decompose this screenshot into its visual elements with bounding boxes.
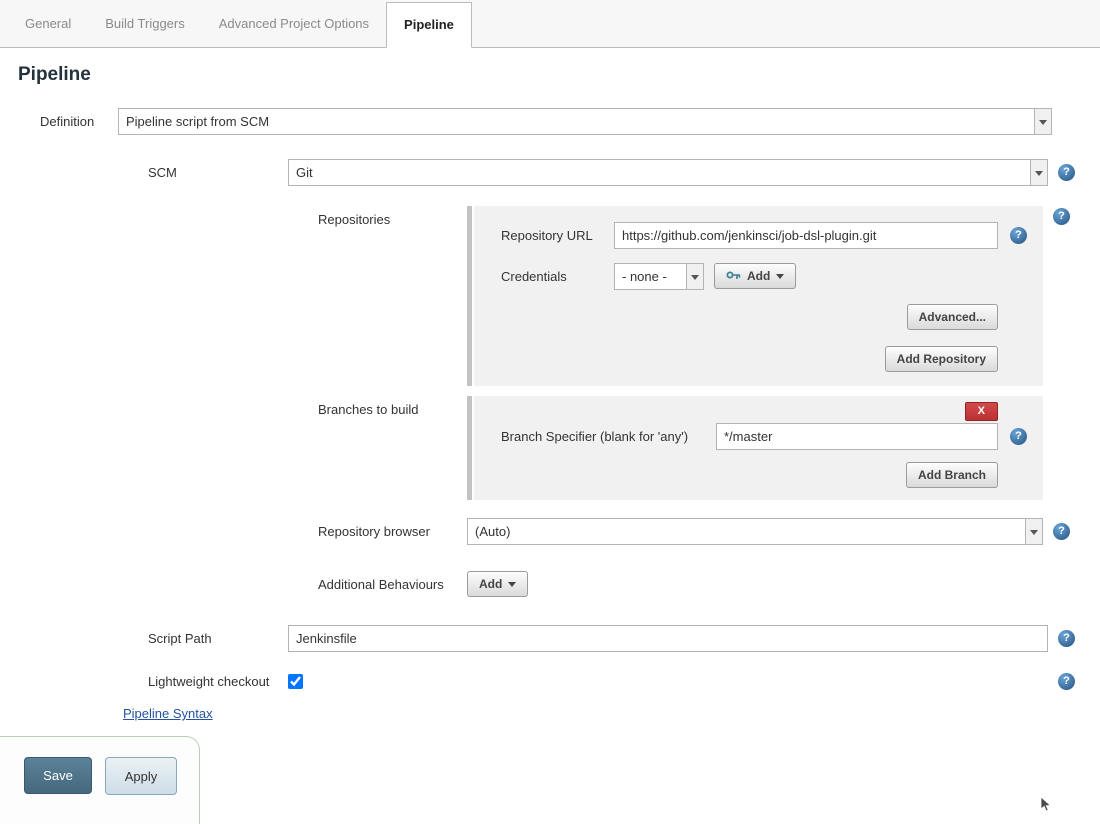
- apply-button[interactable]: Apply: [105, 757, 177, 795]
- definition-select-value: Pipeline script from SCM: [119, 109, 1034, 134]
- repository-url-label: Repository URL: [501, 222, 614, 243]
- credentials-label: Credentials: [501, 263, 614, 284]
- branches-section: Branches to build X Branch Specifier (bl…: [0, 396, 1100, 500]
- add-credentials-button[interactable]: Add: [714, 263, 796, 289]
- caret-down-icon: [776, 274, 784, 283]
- add-behaviour-label: Add: [479, 577, 502, 591]
- credentials-row: Credentials - none - Add: [501, 263, 1027, 290]
- scm-help-icon[interactable]: ?: [1058, 164, 1075, 181]
- repositories-section: Repositories Repository URL ? Credential…: [0, 206, 1100, 386]
- pipeline-syntax-wrap: Pipeline Syntax: [0, 706, 1100, 721]
- scm-select-value: Git: [289, 160, 1030, 185]
- tab-build-triggers[interactable]: Build Triggers: [88, 1, 201, 47]
- definition-row: Definition Pipeline script from SCM: [0, 108, 1100, 135]
- repository-url-row: Repository URL ?: [501, 222, 1027, 249]
- lightweight-checkout-label: Lightweight checkout: [148, 668, 288, 689]
- additional-behaviours-row: Additional Behaviours Add: [0, 571, 1100, 597]
- config-tab-bar: General Build Triggers Advanced Project …: [0, 0, 1100, 48]
- chevron-down-icon: [1034, 109, 1051, 134]
- pipeline-syntax-link[interactable]: Pipeline Syntax: [123, 706, 213, 721]
- repository-browser-help-icon[interactable]: ?: [1053, 523, 1070, 540]
- script-path-help-icon[interactable]: ?: [1058, 630, 1075, 647]
- add-branch-button[interactable]: Add Branch: [906, 462, 998, 488]
- branch-specifier-row: Branch Specifier (blank for 'any') ?: [501, 423, 1027, 450]
- tab-advanced-project-options[interactable]: Advanced Project Options: [202, 1, 386, 47]
- chevron-down-icon: [1030, 160, 1047, 185]
- credentials-select-value: - none -: [615, 264, 686, 289]
- repository-browser-select-value: (Auto): [468, 519, 1025, 544]
- tab-pipeline[interactable]: Pipeline: [386, 2, 472, 48]
- branch-chunk: X Branch Specifier (blank for 'any') ? A…: [474, 396, 1043, 500]
- repository-drag-handle[interactable]: [467, 206, 472, 386]
- branch-specifier-help-icon[interactable]: ?: [1010, 428, 1027, 445]
- lightweight-checkout-row: Lightweight checkout ?: [0, 668, 1100, 690]
- repository-url-input[interactable]: [614, 222, 998, 249]
- definition-select[interactable]: Pipeline script from SCM: [118, 108, 1052, 135]
- script-path-label: Script Path: [148, 625, 288, 646]
- add-repository-button[interactable]: Add Repository: [885, 346, 998, 372]
- chevron-down-icon: [686, 264, 703, 289]
- repository-browser-select[interactable]: (Auto): [467, 518, 1043, 545]
- scm-label: SCM: [148, 159, 288, 180]
- repository-browser-row: Repository browser (Auto) ?: [0, 518, 1100, 545]
- caret-down-icon: [508, 582, 516, 591]
- add-behaviour-button[interactable]: Add: [467, 571, 528, 597]
- branch-specifier-label: Branch Specifier (blank for 'any'): [501, 423, 716, 444]
- bottom-button-bar: Save Apply: [0, 736, 200, 824]
- branch-drag-handle[interactable]: [467, 396, 472, 500]
- key-icon: [726, 269, 741, 283]
- repository-browser-label: Repository browser: [318, 518, 467, 539]
- script-path-row: Script Path ?: [0, 625, 1100, 652]
- delete-branch-button[interactable]: X: [965, 402, 998, 421]
- script-path-input[interactable]: [288, 625, 1048, 652]
- scm-row: SCM Git ?: [0, 159, 1100, 186]
- additional-behaviours-label: Additional Behaviours: [318, 571, 467, 592]
- save-button[interactable]: Save: [24, 757, 92, 794]
- repositories-help-icon[interactable]: ?: [1053, 208, 1070, 225]
- add-credentials-label: Add: [747, 269, 770, 283]
- repository-chunk: Repository URL ? Credentials - none -: [474, 206, 1043, 386]
- lightweight-checkout-help-icon[interactable]: ?: [1058, 673, 1075, 690]
- mouse-cursor-icon: [1040, 797, 1051, 815]
- scm-select[interactable]: Git: [288, 159, 1048, 186]
- credentials-select[interactable]: - none -: [614, 263, 704, 290]
- page-title: Pipeline: [18, 64, 1100, 86]
- repository-url-help-icon[interactable]: ?: [1010, 227, 1027, 244]
- chevron-down-icon: [1025, 519, 1042, 544]
- repositories-label: Repositories: [318, 206, 467, 227]
- branch-specifier-input[interactable]: [716, 423, 998, 450]
- definition-label: Definition: [40, 108, 118, 129]
- tab-general[interactable]: General: [8, 1, 88, 47]
- branches-label: Branches to build: [318, 396, 467, 417]
- advanced-button[interactable]: Advanced...: [907, 304, 998, 330]
- lightweight-checkout-checkbox[interactable]: [288, 674, 303, 689]
